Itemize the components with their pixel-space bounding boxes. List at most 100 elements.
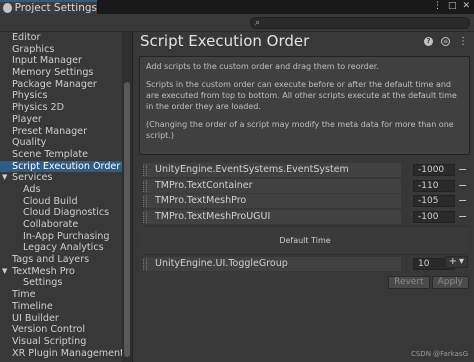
preset-icon[interactable]: ≡ [441,37,450,46]
sidebar-item[interactable]: Legacy Analytics [0,242,122,254]
sidebar-item-label: TextMesh Pro [12,265,75,277]
sidebar-item[interactable]: XR Plugin Management [0,348,122,360]
order-input[interactable]: -1000 [413,164,455,176]
drag-handle-icon[interactable] [143,258,147,270]
remove-button[interactable]: − [458,194,467,208]
sidebar-item-label: Quality [12,137,47,149]
script-row[interactable]: TMPro.TextMeshPro -105− [143,194,467,209]
add-script-button[interactable]: + ▾ [444,256,468,268]
drag-handle-icon[interactable] [143,196,147,207]
sidebar-item-label: Graphics [12,43,55,55]
sidebar-item[interactable]: Ads [0,184,122,196]
drag-handle-icon[interactable] [143,180,147,192]
sidebar-item[interactable]: Tags and Layers [0,254,122,266]
sidebar-item-label: Visual Scripting [12,335,87,347]
script-name: TMPro.TextContainer [143,178,401,193]
drag-handle-icon[interactable] [143,211,147,223]
sidebar-item[interactable]: Package Manager [0,79,122,91]
plus-icon: + [448,256,457,267]
default-time-separator: Default Time [143,225,467,255]
sidebar-item[interactable]: Version Control [0,324,122,336]
sidebar-item[interactable]: Physics [0,90,122,102]
drag-handle-icon[interactable] [143,165,147,176]
sidebar-item-label: Player [12,113,42,125]
project-settings-tab[interactable]: Project Settings [0,0,97,14]
script-row[interactable]: TMPro.TextMeshProUGUI -100− [143,209,467,225]
remove-button[interactable]: − [458,163,467,177]
more-options-icon[interactable]: ⋮ [458,37,468,47]
sidebar-item-label: XR Plugin Management [12,347,122,359]
sidebar-item[interactable]: Scene Template [0,149,122,161]
order-input[interactable]: -105 [413,195,455,207]
sidebar-item-label: In-App Purchasing [23,230,110,242]
apply-button[interactable]: Apply [431,276,469,289]
more-options-icon[interactable]: ⋮ [433,1,442,11]
info-box: Add scripts to the custom order and drag… [139,56,470,155]
sidebar-item[interactable]: Player [0,114,122,126]
sidebar-item[interactable]: Graphics [0,44,122,56]
sidebar-item[interactable]: ▼ Services [0,172,122,184]
sidebar-item[interactable]: Preset Manager [0,126,122,138]
info-text: Scripts in the custom order can execute … [146,80,457,111]
sidebar-item[interactable]: ▼ TextMesh Pro [0,266,122,278]
close-icon[interactable]: ✕ [462,1,470,11]
sidebar-item-label: Script Execution Order [12,160,121,172]
search-icon: ⌕ [255,18,261,28]
sidebar-item[interactable]: Timeline [0,301,122,313]
remove-button[interactable]: − [458,210,467,224]
sidebar-item-label: Preset Manager [12,125,88,137]
header-icons: ? ≡ ⋮ [424,37,468,47]
sidebar-item[interactable]: Visual Scripting [0,336,122,348]
sidebar-item[interactable]: Quality [0,137,122,149]
sidebar-item[interactable]: Script Execution Order [0,160,122,173]
sidebar-item[interactable]: Cloud Diagnostics [0,207,122,219]
sidebar-item-label: Package Manager [12,78,97,90]
search-input[interactable]: ⌕ [250,17,470,29]
sidebar-item[interactable]: Input Manager [0,55,122,67]
sidebar-item[interactable]: Cloud Build [0,196,122,208]
watermark: CSDN @FarkasG [410,350,468,358]
sidebar-scrollbar[interactable] [122,32,132,362]
sidebar-item-label: Physics 2D [12,102,65,114]
search-row: ⌕ [0,14,474,32]
sidebar-item-label: Settings [23,277,63,289]
expand-arrow-icon[interactable]: ▼ [2,172,7,184]
order-input[interactable]: -110 [413,179,455,192]
sidebar-item[interactable]: Collaborate [0,219,122,231]
remove-button[interactable]: − [458,179,467,193]
script-order-list: UnityEngine.EventSystems.EventSystem -100… [143,163,467,272]
sidebar-item[interactable]: Memory Settings [0,67,122,79]
help-icon[interactable]: ? [424,37,433,46]
script-row[interactable]: UnityEngine.UI.ToggleGroup10− [143,256,467,272]
script-name: UnityEngine.EventSystems.EventSystem [143,163,401,177]
sidebar-item[interactable]: Settings [0,277,122,289]
sidebar-item[interactable]: Physics 2D [0,102,122,114]
sidebar-item[interactable]: Time [0,289,122,301]
sidebar-item-label: Cloud Build [23,195,78,207]
order-input[interactable]: -100 [413,210,455,223]
script-row[interactable]: TMPro.TextContainer -110− [143,178,467,194]
sidebar-item[interactable]: Editor [0,32,122,44]
maximize-icon[interactable]: □ [448,1,457,11]
window-controls: ⋮ □ ✕ [433,1,470,11]
sidebar-item-label: Physics [12,90,48,102]
script-name-label: TMPro.TextMeshPro [155,195,247,206]
sidebar-item-label: UI Builder [12,312,59,324]
script-name: UnityEngine.UI.ToggleGroup [143,256,401,271]
action-buttons: Revert Apply [388,276,469,289]
script-name: TMPro.TextMeshPro [143,194,401,208]
script-name: TMPro.TextMeshProUGUI [143,209,401,224]
main-panel: Script Execution Order ? ≡ ⋮ Add scripts… [133,32,474,362]
gear-icon [3,3,12,13]
chevron-down-icon: ▾ [458,256,464,267]
sidebar: Editor Graphics Input Manager Memory Settin… [0,32,122,362]
sidebar-item[interactable]: UI Builder [0,313,122,325]
revert-button[interactable]: Revert [388,276,430,289]
scrollbar-thumb[interactable] [124,82,130,357]
expand-arrow-icon[interactable]: ▼ [2,266,7,278]
sidebar-item[interactable]: In-App Purchasing [0,231,122,243]
tab-title: Project Settings [14,2,97,14]
sidebar-item-label: Services [12,172,53,184]
script-row[interactable]: UnityEngine.EventSystems.EventSystem -100… [143,163,467,178]
sidebar-item-label: Ads [23,183,41,195]
